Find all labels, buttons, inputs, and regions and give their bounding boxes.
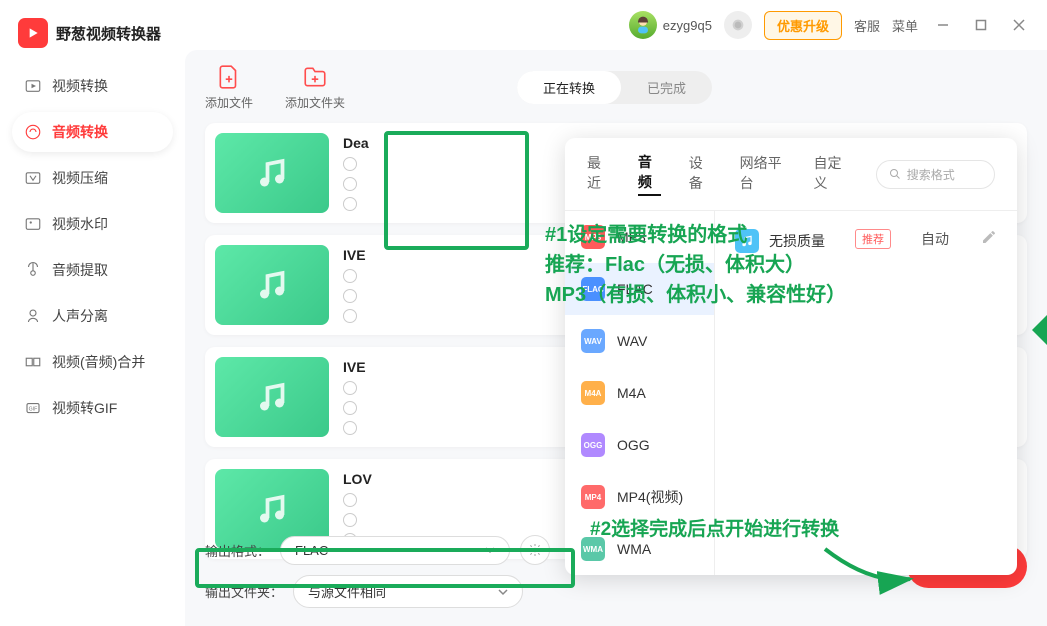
nav-icon <box>24 307 42 325</box>
quality-auto[interactable]: 自动 <box>921 229 949 249</box>
info-icon <box>343 493 357 507</box>
svg-text:GIF: GIF <box>29 406 38 412</box>
format-option-wav[interactable]: WAVWAV <box>565 315 714 367</box>
format-search-input[interactable]: 搜索格式 <box>876 160 995 189</box>
sidebar-item-7[interactable]: GIF视频转GIF <box>12 388 173 428</box>
output-folder-select[interactable]: 与源文件相同 <box>293 575 523 608</box>
recommend-badge: 推荐 <box>855 229 891 249</box>
username: ezyg9q5 <box>663 18 712 33</box>
annotation-arrow <box>820 539 920 594</box>
output-settings-button[interactable] <box>520 535 550 565</box>
info-icon <box>343 197 357 211</box>
app-logo-icon <box>18 18 48 48</box>
popup-tab-device[interactable]: 设备 <box>689 153 712 195</box>
annotation-arrow-side <box>1027 315 1047 350</box>
sidebar-item-1[interactable]: 音频转换 <box>12 112 173 152</box>
output-format-label: 输出格式： <box>205 541 270 560</box>
annotation-text-2: #2选择完成后点开始进行转换 <box>590 516 839 545</box>
avatar <box>629 11 657 39</box>
info-icon <box>343 309 357 323</box>
format-option-m4a[interactable]: M4AM4A <box>565 367 714 419</box>
sidebar-item-2[interactable]: 视频压缩 <box>12 158 173 198</box>
info-icon <box>343 177 357 191</box>
format-icon: MP4 <box>581 485 605 509</box>
menu-link[interactable]: 菜单 <box>892 16 918 35</box>
file-thumbnail <box>215 245 329 325</box>
file-add-icon <box>216 64 242 90</box>
format-option-ogg[interactable]: OGGOGG <box>565 419 714 471</box>
add-folder-button[interactable]: 添加文件夹 <box>285 64 345 111</box>
upgrade-button[interactable]: 优惠升级 <box>764 11 842 40</box>
medal-icon <box>724 11 752 39</box>
popup-tab-recent[interactable]: 最近 <box>587 153 610 195</box>
chevron-down-icon <box>485 545 495 555</box>
app-title: 野葱视频转换器 <box>56 23 161 44</box>
format-icon: OGG <box>581 433 605 457</box>
user-badge[interactable]: ezyg9q5 <box>629 11 712 39</box>
close-button[interactable] <box>1006 12 1032 38</box>
chevron-down-icon <box>498 587 508 597</box>
tab-converting[interactable]: 正在转换 <box>517 71 621 104</box>
popup-tab-web[interactable]: 网络平台 <box>740 153 786 195</box>
minimize-button[interactable] <box>930 12 956 38</box>
sidebar-item-3[interactable]: 视频水印 <box>12 204 173 244</box>
edit-quality-button[interactable] <box>981 229 997 250</box>
output-folder-label: 输出文件夹： <box>205 582 283 601</box>
add-file-button[interactable]: 添加文件 <box>205 64 253 111</box>
sidebar-item-4[interactable]: 音频提取 <box>12 250 173 290</box>
format-icon: WAV <box>581 329 605 353</box>
sidebar-item-5[interactable]: 人声分离 <box>12 296 173 336</box>
nav-icon <box>24 353 42 371</box>
gear-icon <box>528 543 542 557</box>
tab-done[interactable]: 已完成 <box>621 71 712 104</box>
support-link[interactable]: 客服 <box>854 16 880 35</box>
nav-icon <box>24 169 42 187</box>
search-icon <box>889 168 901 180</box>
info-icon <box>343 513 357 527</box>
folder-add-icon <box>302 64 328 90</box>
nav-icon <box>24 123 42 141</box>
nav-icon: GIF <box>24 399 42 417</box>
popup-tab-audio[interactable]: 音频 <box>638 152 661 196</box>
popup-tab-custom[interactable]: 自定义 <box>813 153 847 195</box>
maximize-button[interactable] <box>968 12 994 38</box>
info-icon <box>343 381 357 395</box>
format-popup: 最近 音频 设备 网络平台 自定义 搜索格式 MP3MP3FLACFLACWAV… <box>565 138 1017 575</box>
info-icon <box>343 289 357 303</box>
nav-icon <box>24 215 42 233</box>
info-icon <box>343 421 357 435</box>
format-icon: M4A <box>581 381 605 405</box>
file-thumbnail <box>215 133 329 213</box>
sidebar-item-6[interactable]: 视频(音频)合并 <box>12 342 173 382</box>
info-icon <box>343 157 357 171</box>
nav-icon <box>24 77 42 95</box>
nav-icon <box>24 261 42 279</box>
sidebar-item-0[interactable]: 视频转换 <box>12 66 173 106</box>
info-icon <box>343 401 357 415</box>
file-thumbnail <box>215 357 329 437</box>
info-icon <box>343 269 357 283</box>
output-format-select[interactable]: FLAC <box>280 536 510 565</box>
annotation-text-1: #1设定需要转换的格式推荐：Flac（无损、体积大）MP3（有损、体积小、兼容性… <box>545 220 846 310</box>
